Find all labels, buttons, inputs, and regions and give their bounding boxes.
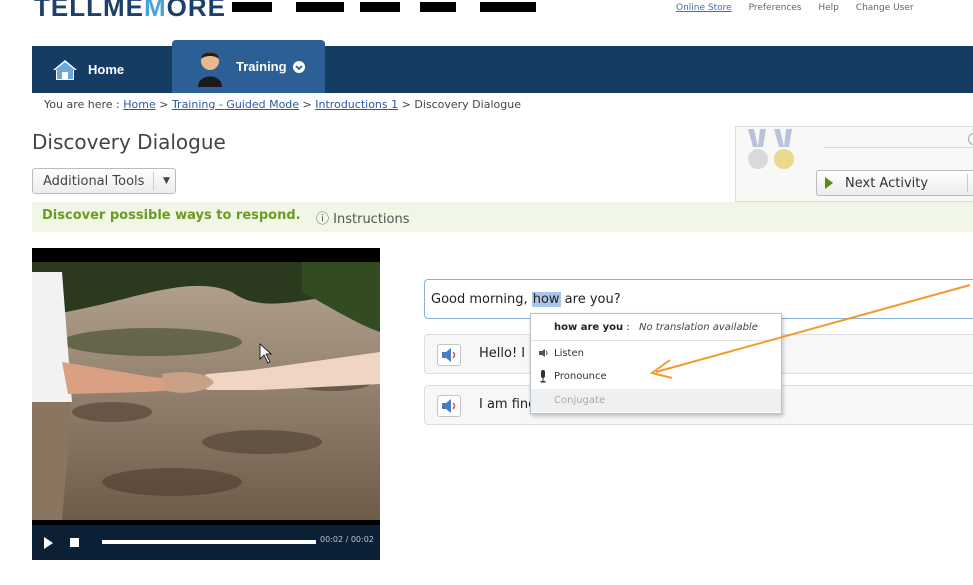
speaker-icon	[539, 349, 548, 357]
trainer-avatar-icon	[198, 51, 222, 87]
next-activity-button[interactable]: Next Activity	[816, 170, 973, 196]
breadcrumb-separator: >	[299, 98, 316, 111]
chevron-down-icon	[292, 60, 305, 73]
nav-home[interactable]: Home	[32, 46, 172, 93]
response-text: I am fine	[479, 397, 537, 412]
microphone-icon	[540, 370, 546, 383]
breadcrumb-introductions[interactable]: Introductions 1	[315, 98, 398, 111]
menu-item-listen[interactable]: Listen	[531, 342, 781, 365]
caret-down-icon: ▼	[163, 176, 170, 186]
response-text: Hello! I a	[479, 346, 538, 361]
page-title: Discovery Dialogue	[32, 130, 226, 154]
divider	[824, 147, 973, 148]
video-controls: 00:02 / 00:02	[32, 525, 380, 560]
time-display: 00:02 / 00:02	[320, 535, 374, 544]
seek-fill	[102, 540, 316, 544]
instructions-label: Instructions	[333, 212, 410, 227]
breadcrumb-current: Discovery Dialogue	[414, 98, 521, 111]
main-nav: Home Training	[32, 40, 973, 93]
breadcrumb: You are here : Home > Training - Guided …	[44, 98, 521, 111]
menu-item-pronounce[interactable]: Pronounce	[531, 365, 781, 388]
breadcrumb-separator: >	[155, 98, 172, 111]
preferences-link[interactable]: Preferences	[749, 3, 802, 13]
change-user-link[interactable]: Change User	[856, 3, 914, 13]
next-activity-label: Next Activity	[845, 176, 929, 191]
overlay-text-fragment	[360, 2, 400, 12]
menu-item-listen-label: Listen	[554, 348, 584, 359]
top-links: Online Store Preferences Help Change Use…	[676, 3, 928, 13]
breadcrumb-home[interactable]: Home	[123, 98, 155, 111]
stop-icon[interactable]	[70, 538, 79, 547]
arrow-right-icon	[825, 177, 833, 189]
divider	[153, 172, 154, 190]
additional-tools-dropdown[interactable]: Additional Tools ▼	[32, 168, 176, 194]
context-menu-header: how are you : No translation available	[531, 314, 781, 341]
online-store-link[interactable]: Online Store	[676, 3, 732, 13]
selected-word[interactable]: how	[531, 292, 561, 307]
menu-separator: :	[623, 322, 630, 333]
menu-translation: No translation available	[639, 322, 758, 333]
medals-icon	[748, 129, 794, 169]
breadcrumb-prefix: You are here :	[44, 98, 124, 111]
overlay-text-fragment	[480, 2, 536, 12]
breadcrumb-training[interactable]: Training - Guided Mode	[172, 98, 299, 111]
menu-item-conjugate-label: Conjugate	[554, 395, 606, 406]
overlay-text-fragment	[296, 2, 344, 12]
divider	[967, 174, 968, 192]
menu-word: how are you :	[554, 322, 630, 333]
help-link[interactable]: Help	[818, 3, 839, 13]
video-still-handshake	[32, 262, 380, 520]
video-frame[interactable]	[32, 262, 380, 520]
menu-word-text: how are you	[554, 322, 624, 333]
nav-training-label: Training	[236, 59, 287, 74]
menu-item-pronounce-label: Pronounce	[554, 371, 607, 382]
seek-bar[interactable]	[102, 540, 316, 544]
top-bar: TELLMEMORE Online Store Preferences Help…	[0, 0, 973, 40]
logo: TELLMEMORE	[34, 0, 227, 22]
prompt-text: are you?	[560, 292, 621, 307]
speaker-icon[interactable]	[437, 395, 461, 417]
additional-tools-label: Additional Tools	[43, 174, 145, 189]
info-icon	[968, 133, 973, 145]
word-context-menu: how are you : No translation available L…	[530, 313, 782, 414]
breadcrumb-separator: >	[398, 98, 415, 111]
nav-home-label: Home	[88, 62, 125, 77]
overlay-text-fragment	[232, 2, 272, 12]
speaker-icon[interactable]	[437, 344, 461, 366]
play-icon[interactable]	[44, 537, 53, 549]
video-player[interactable]: 00:02 / 00:02	[32, 248, 380, 560]
instructions-link[interactable]: ⓘ Instructions	[316, 208, 410, 227]
info-icon: ⓘ	[316, 212, 330, 227]
nav-training[interactable]: Training	[172, 40, 325, 93]
menu-item-conjugate: Conjugate	[531, 389, 781, 412]
house-icon	[53, 59, 77, 80]
instruction-text: Discover possible ways to respond.	[42, 208, 301, 223]
dialogue-prompt-text: Good morning, how are you?	[431, 292, 621, 307]
overlay-text-fragment	[420, 2, 456, 12]
prompt-text: Good morning,	[431, 292, 532, 307]
